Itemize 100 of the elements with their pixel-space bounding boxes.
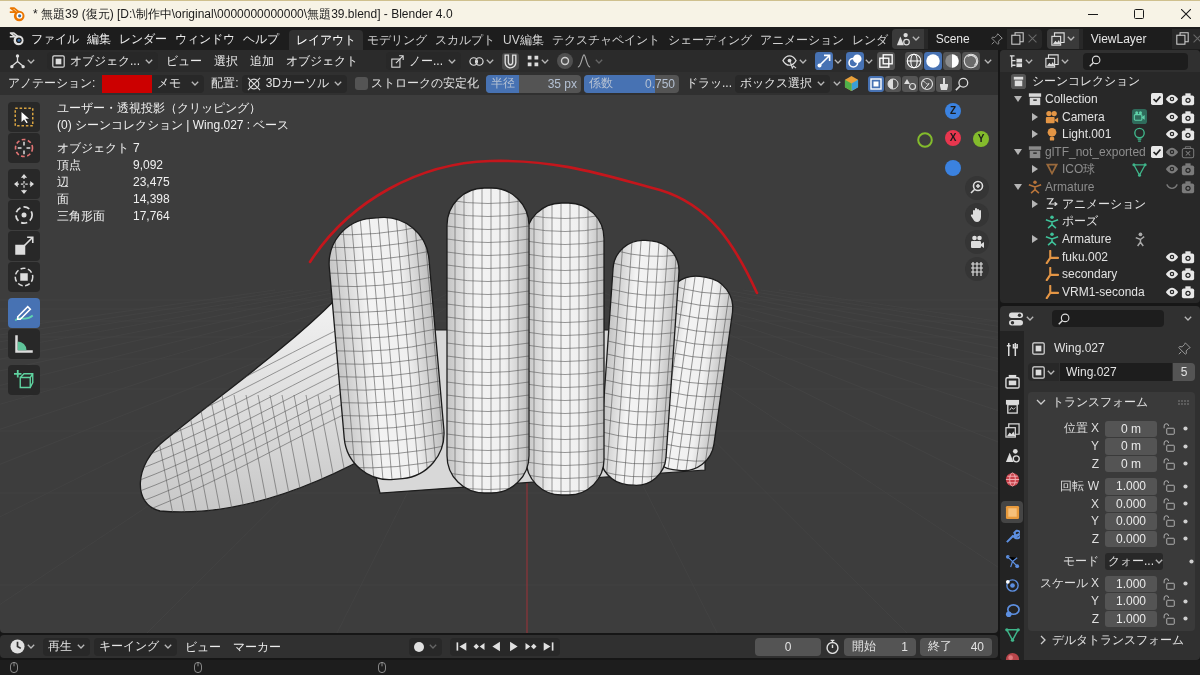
pin-icon[interactable] [990,32,1003,45]
open-lock-icon[interactable] [1163,440,1175,453]
measure-tool[interactable] [8,329,40,359]
collapse-triangle-icon[interactable] [1014,182,1022,191]
workspace-tab[interactable]: シェーディング [663,30,756,50]
drag-handle-icon[interactable] [1178,399,1189,405]
solid-sphere-icon[interactable] [924,52,942,70]
menu-item[interactable]: ウィンドウ [171,29,239,48]
current-frame-field[interactable]: 0 [755,637,821,656]
camera-icon[interactable] [1181,267,1195,282]
tree-item[interactable]: VRM1-seconda [1062,284,1145,299]
workspace-tab[interactable]: テクスチャペイント [547,30,664,50]
camera-icon[interactable] [1181,92,1195,107]
tree-item[interactable]: fuku.002 [1062,249,1109,264]
number-field[interactable]: 0.000 [1105,530,1157,547]
user-count-button[interactable]: 5 [1173,363,1195,381]
previous-keyframe-icon[interactable] [473,641,485,652]
open-lock-icon[interactable] [1163,612,1175,625]
keyframe-dot-icon[interactable] [1183,483,1188,489]
expand-triangle-icon[interactable] [1031,200,1039,209]
camera-icon[interactable] [1181,284,1195,299]
layer-dropdown[interactable]: メモ [152,74,205,93]
hexagon-icon[interactable] [844,76,860,91]
globe-icon[interactable] [919,75,936,92]
menu-item[interactable]: 編集 [83,29,115,48]
keyframe-dot-icon[interactable] [1183,598,1188,604]
tree-item[interactable]: ポーズ [1062,213,1098,231]
number-field[interactable]: 0.000 [1105,513,1157,530]
workspace-tab[interactable]: スカルプト [431,30,499,50]
properties-tab[interactable] [1001,501,1023,523]
keyframe-dot-icon[interactable] [1189,558,1194,564]
axis-ring-icon[interactable] [917,132,933,148]
menu-dropdown[interactable]: 再生 [43,637,90,656]
keyframe-dot-icon[interactable] [1183,536,1188,542]
select-box-tool[interactable] [8,102,40,132]
grid-icon[interactable] [965,257,989,281]
camera-icon[interactable] [1181,109,1195,124]
number-field[interactable]: 0.000 [1105,495,1157,512]
workspace-tab[interactable]: レイアウト [289,30,363,50]
wireframe-sphere-icon[interactable] [905,52,923,70]
record-button[interactable] [409,637,442,656]
search-icon[interactable] [955,76,970,91]
tree-item[interactable]: secondary [1062,267,1118,282]
mode-dropdown[interactable]: オブジェク... [47,52,158,70]
workspace-tab[interactable]: モデリング [363,30,431,50]
menu-item[interactable]: 追加 [246,52,278,70]
shapes-icon[interactable] [902,75,919,92]
keyframe-dot-icon[interactable] [1183,518,1188,524]
cursor-tool[interactable] [8,133,40,163]
axis-handle[interactable]: X [945,130,961,146]
open-lock-icon[interactable] [1163,532,1175,545]
panel-header[interactable]: デルタトランスフォーム [1028,632,1195,648]
open-lock-icon[interactable] [1163,457,1175,470]
object-name-field[interactable]: Wing.027 [1060,363,1172,381]
end-frame-field[interactable]: 終了 40 [920,637,992,656]
overlay-toggle-icon[interactable] [846,52,864,70]
tree-item[interactable]: glTF_not_exported [1045,144,1146,159]
gizmo-toggle-icon[interactable] [815,52,833,70]
camera-icon[interactable] [1181,127,1195,142]
view-layer-browse-button[interactable] [1046,28,1079,49]
checked-checkbox-icon[interactable] [1151,93,1163,106]
tree-item[interactable]: シーンコレクション [1032,73,1140,91]
xray-toggle-icon[interactable] [877,52,895,70]
axis-dot-icon[interactable] [945,160,961,176]
number-field[interactable]: 0 m [1105,455,1157,472]
number-field[interactable]: 1.000 [1105,478,1157,495]
rotate-tool[interactable] [8,200,40,230]
menu-item[interactable]: ファイル [27,29,83,48]
falloff-curve-icon[interactable] [577,54,592,68]
menu-item[interactable]: レンダー [115,29,171,48]
keyframe-dot-icon[interactable] [1183,426,1188,432]
keyframe-dot-icon[interactable] [1183,461,1188,467]
menu-item[interactable]: ヘルプ [239,29,283,48]
tree-item[interactable]: Armature [1062,232,1112,247]
axis-handle[interactable]: Y [973,131,989,147]
number-field[interactable]: 0 m [1105,438,1157,455]
collapse-triangle-icon[interactable] [1014,95,1022,104]
move-tool[interactable] [8,169,40,199]
camera-icon[interactable] [1181,249,1195,264]
open-lock-icon[interactable] [1163,422,1175,435]
half-circle-icon[interactable] [885,75,902,92]
view-layer-name-field[interactable]: ViewLayer [1082,28,1172,49]
menu-dropdown[interactable]: キーイング [94,637,177,656]
scale-tool[interactable] [8,231,40,261]
open-lock-icon[interactable] [1163,595,1175,608]
tree-item[interactable]: Armature [1045,179,1095,194]
zoom-icon[interactable] [965,176,989,200]
close-icon[interactable] [1027,34,1037,43]
half-shaded-sphere-icon[interactable] [943,52,961,70]
triangle-mesh-icon[interactable] [1132,161,1147,177]
mode-dropdown[interactable]: クォー... [1105,553,1163,570]
number-field[interactable]: 1.000 [1105,593,1157,610]
close-icon[interactable] [1192,34,1200,43]
expand-triangle-icon[interactable] [1031,165,1039,174]
pin-icon[interactable] [1178,341,1191,355]
tree-item[interactable]: Light.001 [1062,127,1112,142]
panel-header[interactable]: トランスフォーム [1028,392,1195,412]
tree-item[interactable]: アニメーション [1062,195,1146,213]
radius-slider[interactable]: 半径 35 px [486,74,582,93]
menu-item[interactable]: 選択 [210,52,242,70]
